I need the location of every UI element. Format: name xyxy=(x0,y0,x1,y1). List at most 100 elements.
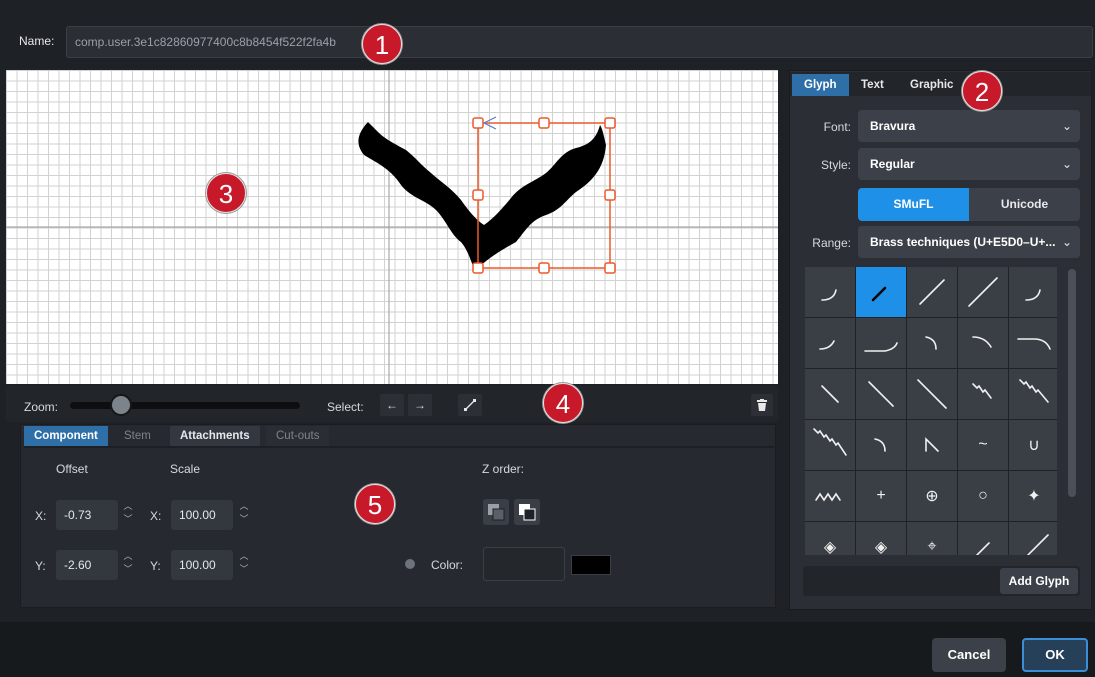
plop-icon xyxy=(925,336,937,350)
z-order-label: Z order: xyxy=(482,462,525,476)
glyph-cell[interactable] xyxy=(805,267,855,317)
harmon-half-icon: ◈ xyxy=(874,539,888,555)
font-select[interactable]: Bravura ⌄ xyxy=(858,110,1080,142)
glyph-cell[interactable] xyxy=(907,318,957,368)
tab-component[interactable]: Component xyxy=(24,426,108,446)
range-select[interactable]: Brass techniques (U+E5D0–U+... ⌄ xyxy=(858,226,1080,258)
glyph-cell[interactable]: ⊕ xyxy=(907,471,957,521)
half-mute-icon: ⊕ xyxy=(925,488,939,505)
range-label: Range: xyxy=(812,236,851,250)
plus-icon: + xyxy=(876,487,886,504)
glyph-grid: ~ ∪ + ⊕ ○ ✦ ◈ ◈ ⌖ xyxy=(805,267,1057,555)
shake-icon xyxy=(815,492,841,502)
glyph-cell[interactable] xyxy=(805,471,855,521)
glyph-cell[interactable]: ⌖ xyxy=(907,522,957,555)
offset-y-field[interactable]: -2.60 xyxy=(56,550,118,580)
scale-x-field[interactable]: 100.00 xyxy=(171,500,233,530)
glyph-cell[interactable] xyxy=(958,267,1008,317)
glyph-cell[interactable] xyxy=(958,522,1008,555)
glyph-cell[interactable]: ∪ xyxy=(1009,420,1057,470)
style-label: Style: xyxy=(820,158,851,172)
glyph-cell[interactable] xyxy=(856,369,906,419)
delete-button[interactable] xyxy=(751,394,773,416)
name-label: Name: xyxy=(19,34,55,48)
glyph-cell[interactable] xyxy=(1009,369,1057,419)
glyph-cell[interactable] xyxy=(805,420,855,470)
falloff-icon xyxy=(972,336,992,348)
tab-cut-outs[interactable]: Cut-outs xyxy=(266,426,330,446)
mute-bowl-icon: ∪ xyxy=(1028,437,1040,454)
glyph-cell[interactable] xyxy=(856,267,906,317)
tab-glyph[interactable]: Glyph xyxy=(792,74,849,96)
harmon-open-icon: ⌖ xyxy=(927,538,937,555)
offset-y-stepper[interactable]: ︿ ﹀ xyxy=(121,550,135,580)
send-backward-icon xyxy=(488,504,505,521)
glyph-cell[interactable] xyxy=(856,318,906,368)
canvas-drawing xyxy=(6,70,778,384)
color-toggle[interactable] xyxy=(405,559,415,569)
offset-title: Offset xyxy=(56,462,88,476)
attachment-icon xyxy=(464,399,476,411)
glyph-cell[interactable] xyxy=(1009,318,1057,368)
glyph-cell[interactable] xyxy=(907,420,957,470)
glyph-cell[interactable] xyxy=(907,369,957,419)
color-field[interactable] xyxy=(483,547,565,581)
attachment-point-button[interactable] xyxy=(458,394,482,416)
doit-short-icon xyxy=(871,286,887,302)
offset-x-stepper[interactable]: ︿ ﹀ xyxy=(121,500,135,530)
font-label: Font: xyxy=(823,120,851,134)
fall-short-icon xyxy=(821,385,839,403)
name-input[interactable]: comp.user.3e1c82860977400c8b8454f522f2fa… xyxy=(66,26,1093,58)
doit-long-icon xyxy=(968,277,998,307)
add-glyph-button[interactable]: Add Glyph xyxy=(1000,568,1078,594)
bring-forward-button[interactable] xyxy=(514,499,540,525)
callout-3: 3 xyxy=(206,173,246,213)
unicode-toggle[interactable]: Unicode xyxy=(969,188,1080,221)
harmon-closed-icon: ◈ xyxy=(823,539,837,555)
offset-y-label: Y: xyxy=(35,559,46,573)
style-select[interactable]: Regular ⌄ xyxy=(858,148,1080,180)
smufl-toggle[interactable]: SMuFL xyxy=(858,188,969,221)
glyph-cell[interactable] xyxy=(907,267,957,317)
cancel-button[interactable]: Cancel xyxy=(932,638,1006,672)
ok-button[interactable]: OK xyxy=(1022,638,1088,672)
glyph-cell[interactable]: ◈ xyxy=(805,522,855,555)
glyph-cell[interactable] xyxy=(958,369,1008,419)
glyph-cell[interactable] xyxy=(805,369,855,419)
glyph-cell[interactable]: ~ xyxy=(958,420,1008,470)
tab-text[interactable]: Text xyxy=(849,74,896,96)
scale-y-field[interactable]: 100.00 xyxy=(171,550,233,580)
glyph-cell[interactable]: ✦ xyxy=(1009,471,1057,521)
glyph-grid-scrollbar[interactable] xyxy=(1068,269,1076,497)
select-next-button[interactable]: → xyxy=(408,394,432,416)
glyph-canvas[interactable] xyxy=(6,70,778,384)
callout-5: 5 xyxy=(355,484,395,524)
fall-rough-long-icon xyxy=(1019,379,1049,403)
glyph-cell[interactable] xyxy=(958,318,1008,368)
tab-attachments[interactable]: Attachments xyxy=(170,426,260,446)
zoom-slider[interactable] xyxy=(70,402,300,409)
lift-short-icon xyxy=(1025,289,1041,301)
range-value: Brass techniques (U+E5D0–U+... xyxy=(870,235,1056,249)
callout-2: 2 xyxy=(962,71,1002,111)
scale-y-stepper[interactable]: ︿ ﹀ xyxy=(237,550,251,580)
scale-x-stepper[interactable]: ︿ ﹀ xyxy=(237,500,251,530)
scale-title: Scale xyxy=(170,462,201,476)
glyph-cell[interactable] xyxy=(856,420,906,470)
send-backward-button[interactable] xyxy=(483,499,509,525)
glyph-cell[interactable]: + xyxy=(856,471,906,521)
color-swatch[interactable] xyxy=(571,555,611,575)
glyph-cell[interactable] xyxy=(1009,267,1057,317)
glyph-cell[interactable]: ◈ xyxy=(856,522,906,555)
glyph-cell[interactable] xyxy=(805,318,855,368)
glyph-cell[interactable]: ○ xyxy=(958,471,1008,521)
bend-icon xyxy=(874,438,886,452)
select-previous-button[interactable]: ← xyxy=(380,394,404,416)
lift-icon xyxy=(819,340,835,350)
offset-x-field[interactable]: -0.73 xyxy=(56,500,118,530)
tab-graphic[interactable]: Graphic xyxy=(898,74,965,96)
fall-rough-xlong-icon xyxy=(813,428,847,456)
tab-stem[interactable]: Stem xyxy=(114,426,161,446)
glyph-cell[interactable] xyxy=(1009,522,1057,555)
zoom-slider-handle[interactable] xyxy=(109,394,132,416)
